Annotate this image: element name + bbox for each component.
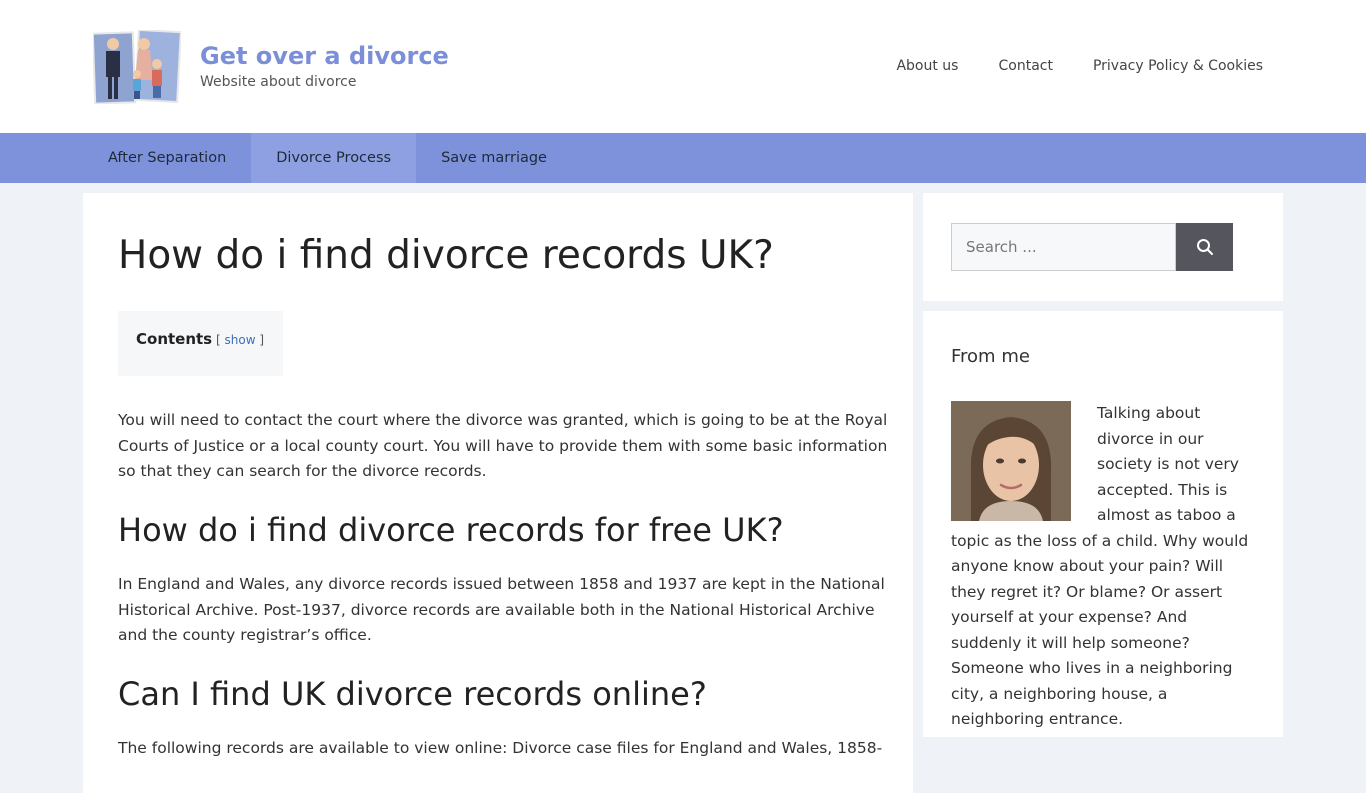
paragraph-3: The following records are available to v… <box>118 739 883 757</box>
site-tagline: Website about divorce <box>200 74 357 90</box>
about-text-block: Talking about divorce in our society is … <box>951 401 1257 733</box>
heading-free-records: How do i find divorce records for free U… <box>118 511 784 549</box>
family-logo-icon[interactable] <box>93 30 181 104</box>
site-header: Get over a divorce Website about divorce… <box>0 0 1366 133</box>
paragraph-1: You will need to contact the court where… <box>118 411 888 480</box>
nav-item-divorce-process[interactable]: Divorce Process <box>251 133 417 183</box>
search-button[interactable] <box>1176 223 1233 271</box>
top-nav: About us Contact Privacy Policy & Cookie… <box>896 58 1263 74</box>
toc-show-link[interactable]: show <box>225 333 256 347</box>
paragraph-2: In England and Wales, any divorce record… <box>118 575 885 644</box>
article-content: How do i find divorce records UK? Conten… <box>83 193 913 793</box>
search-icon <box>1196 239 1213 255</box>
toc-toggle: [ show ] <box>216 333 264 347</box>
about-title: From me <box>951 346 1030 367</box>
nav-link-contact[interactable]: Contact <box>998 58 1052 74</box>
author-avatar <box>951 401 1071 521</box>
table-of-contents: Contents [ show ] <box>118 311 283 376</box>
heading-online-records: Can I find UK divorce records online? <box>118 675 707 713</box>
toc-open-bracket: [ <box>216 333 221 347</box>
toc-close-bracket: ] <box>259 333 265 347</box>
site-title[interactable]: Get over a divorce <box>200 42 449 70</box>
main-nav: After Separation Divorce Process Save ma… <box>0 133 1366 183</box>
search-input[interactable] <box>951 223 1176 271</box>
toc-title: Contents <box>136 330 213 348</box>
nav-link-about-us[interactable]: About us <box>896 58 958 74</box>
nav-item-after-separation[interactable]: After Separation <box>83 133 251 183</box>
nav-item-save-marriage[interactable]: Save marriage <box>416 133 572 183</box>
page-title: How do i find divorce records UK? <box>118 233 774 278</box>
nav-link-privacy-policy[interactable]: Privacy Policy & Cookies <box>1093 58 1263 74</box>
search-widget <box>923 193 1283 301</box>
about-widget: From me Talking about divorce in our soc… <box>923 311 1283 737</box>
